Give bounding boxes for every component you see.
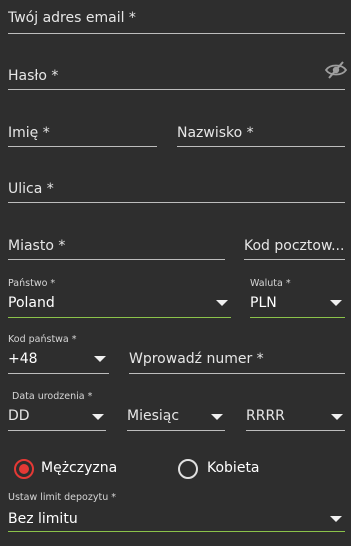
gender-male-radio[interactable] — [14, 459, 34, 479]
birth-date-label: Data urodzenia * — [12, 391, 93, 402]
last-name-field[interactable]: Nazwisko * — [177, 119, 345, 147]
email-field[interactable]: Twój adres email * — [8, 6, 345, 34]
phone-code-select[interactable]: Kod państwa * +48 — [8, 334, 109, 374]
chevron-down-icon — [331, 414, 343, 420]
phone-number-field[interactable]: Wprowadź numer * — [129, 346, 345, 374]
birth-month-select[interactable]: Miesiąc — [127, 405, 225, 431]
last-name-placeholder: Nazwisko * — [177, 125, 254, 141]
first-name-placeholder: Imię * — [8, 125, 50, 141]
birth-day-value: DD — [8, 408, 30, 424]
phone-code-value: +48 — [8, 351, 38, 367]
chevron-down-icon — [92, 414, 104, 420]
password-placeholder: Hasło * — [8, 68, 59, 84]
phone-code-label: Kod państwa * — [8, 334, 77, 345]
chevron-down-icon — [94, 356, 106, 362]
eye-slash-icon[interactable] — [325, 61, 347, 79]
city-placeholder: Miasto * — [8, 238, 66, 254]
city-field[interactable]: Miasto * — [8, 232, 225, 260]
gender-female-radio[interactable] — [178, 459, 198, 479]
chevron-down-icon — [330, 300, 342, 306]
gender-male-label[interactable]: Mężczyzna — [41, 460, 117, 476]
country-label: Państwo * — [8, 278, 56, 289]
birth-day-select[interactable]: DD — [8, 405, 106, 431]
radio-dot — [19, 464, 29, 474]
gender-female-label[interactable]: Kobieta — [207, 460, 260, 476]
first-name-field[interactable]: Imię * — [8, 119, 157, 147]
postal-code-placeholder: Kod pocztow... — [244, 238, 345, 254]
currency-value: PLN — [250, 295, 277, 311]
chevron-down-icon — [211, 414, 223, 420]
deposit-limit-label: Ustaw limit depozytu * — [8, 492, 116, 503]
email-placeholder: Twój adres email * — [8, 10, 136, 26]
country-value: Poland — [8, 295, 55, 311]
deposit-limit-value: Bez limitu — [8, 511, 78, 527]
birth-year-select[interactable]: RRRR — [246, 405, 345, 431]
chevron-down-icon — [216, 300, 228, 306]
password-field[interactable]: Hasło * — [8, 62, 345, 90]
postal-code-field[interactable]: Kod pocztow... — [244, 232, 345, 260]
birth-year-value: RRRR — [246, 408, 285, 424]
street-placeholder: Ulica * — [8, 181, 54, 197]
phone-number-placeholder: Wprowadź numer * — [129, 351, 264, 367]
currency-select[interactable]: Waluta * PLN — [250, 278, 345, 318]
street-field[interactable]: Ulica * — [8, 175, 345, 203]
chevron-down-icon — [330, 516, 342, 522]
country-select[interactable]: Państwo * Poland — [8, 278, 231, 318]
currency-label: Waluta * — [250, 278, 291, 289]
deposit-limit-select[interactable]: Ustaw limit depozytu * Bez limitu — [8, 492, 345, 532]
birth-month-value: Miesiąc — [127, 408, 180, 424]
